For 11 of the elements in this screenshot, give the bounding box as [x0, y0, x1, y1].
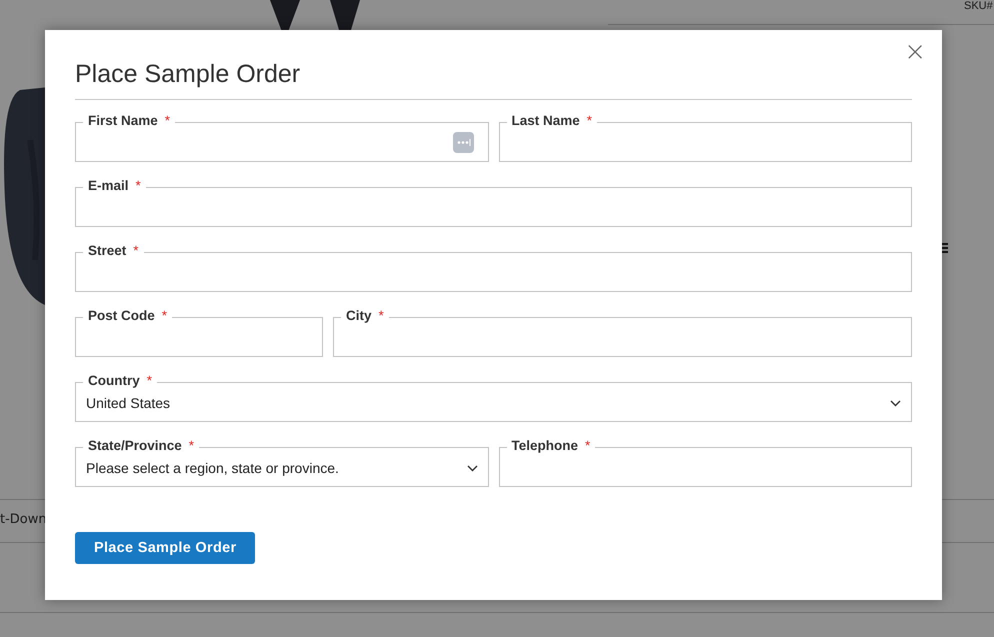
dots-icon[interactable]: [452, 132, 474, 153]
place-order-button[interactable]: Place Sample Order: [75, 532, 256, 564]
modal-title: Place Sample Order: [75, 59, 300, 90]
tab-label[interactable]: t-Down: [0, 512, 47, 527]
field-label: Country *: [83, 373, 158, 389]
field-label: Telephone *: [506, 438, 596, 454]
sku-label: SKU#: [964, 0, 993, 12]
field-label: City *: [341, 308, 389, 324]
chevron-down-icon: [466, 464, 478, 472]
close-button[interactable]: ×: [902, 38, 928, 66]
chevron-down-icon: [890, 400, 901, 406]
